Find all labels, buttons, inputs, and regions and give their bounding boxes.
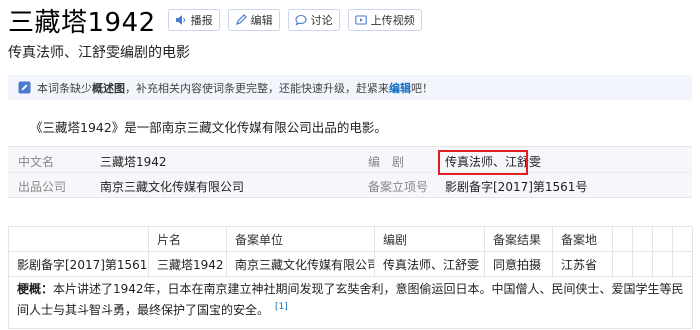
- empty-header-cell: [632, 226, 653, 252]
- header-cell: [8, 226, 149, 252]
- plot-cell: 梗概：本片讲述了1942年，日本在南京建立神社期间发现了玄奘舍利，意图偷运回日本…: [8, 276, 693, 329]
- record-table: 片名 备案单位 编剧 备案结果 备案地 影剧备字[2017]第1561号 三藏塔…: [8, 226, 693, 329]
- upload-video-label: 上传视频: [370, 14, 415, 27]
- notice-bar: 本词条缺少 概述图 ，补充相关内容使词条更完整，还能快速升级，赶紧来 编辑 吧！: [8, 75, 692, 100]
- header-cell: 备案结果: [484, 226, 553, 252]
- reference-link[interactable]: [1]: [275, 302, 288, 312]
- empty-cell: [652, 251, 673, 277]
- info-divider: [8, 172, 692, 173]
- empty-cell: [632, 251, 653, 277]
- notice-prefix: 本词条缺少: [37, 81, 92, 95]
- record-number-value: 影剧备字[2017]第1561号: [445, 180, 588, 194]
- speaker-icon: [175, 14, 187, 26]
- header-cell: 片名: [148, 226, 227, 252]
- action-bar: 播报 编辑 讨论 上传视频: [167, 9, 422, 31]
- table-cell: 影剧备字[2017]第1561号: [8, 251, 149, 277]
- plot-text: 本片讲述了1942年，日本在南京建立神社期间发现了玄奘舍利，意图偷运回日本。中国…: [17, 282, 684, 317]
- upload-video-button[interactable]: 上传视频: [347, 9, 422, 31]
- edit-icon: [235, 14, 247, 26]
- plot-row: 梗概：本片讲述了1942年，日本在南京建立神社期间发现了玄奘舍利，意图偷运回日本…: [8, 276, 693, 329]
- producer-value: 南京三藏文化传媒有限公司: [100, 180, 245, 194]
- table-row: 影剧备字[2017]第1561号 三藏塔1942 南京三藏文化传媒有限公司 传真…: [8, 251, 693, 277]
- summary-text: 《三藏塔1942》是一部南京三藏文化传媒有限公司出品的电影。: [30, 120, 387, 135]
- empty-cell: [672, 251, 693, 277]
- table-cell: 南京三藏文化传媒有限公司: [226, 251, 375, 277]
- record-table-wrap: 片名 备案单位 编剧 备案结果 备案地 影剧备字[2017]第1561号 三藏塔…: [8, 226, 693, 329]
- table-header-row: 片名 备案单位 编剧 备案结果 备案地: [8, 226, 693, 252]
- broadcast-label: 播报: [190, 14, 213, 27]
- discuss-label: 讨论: [310, 14, 333, 27]
- empty-header-cell: [612, 226, 633, 252]
- discuss-button[interactable]: 讨论: [287, 9, 340, 31]
- notice-suffix: 吧！: [411, 81, 433, 95]
- notice-bold: 概述图: [92, 81, 125, 95]
- edit-label: 编辑: [250, 14, 273, 27]
- empty-cell: [612, 251, 633, 277]
- header-cell: 备案单位: [226, 226, 375, 252]
- video-icon: [354, 14, 367, 26]
- broadcast-button[interactable]: 播报: [167, 9, 220, 31]
- screenwriter-label: 编 剧: [368, 155, 405, 169]
- subtitle: 传真法师、江舒雯编剧的电影: [8, 45, 190, 61]
- table-cell: 三藏塔1942: [148, 251, 227, 277]
- empty-header-cell: [652, 226, 673, 252]
- chat-icon: [295, 14, 307, 26]
- highlight-box: [438, 150, 528, 175]
- notice-middle: ，补充相关内容使词条更完整，还能快速升级，赶紧来: [125, 81, 389, 95]
- title-row: 三藏塔1942 播报 编辑 讨论 上传视频: [8, 4, 422, 38]
- header-cell: 编剧: [374, 226, 485, 252]
- record-number-label: 备案立项号: [368, 180, 429, 194]
- notice-edit-link[interactable]: 编辑: [389, 80, 411, 96]
- table-cell: 传真法师、江舒雯: [374, 251, 485, 277]
- chinese-name-value: 三藏塔1942: [100, 155, 167, 169]
- edit-note-icon: [18, 81, 31, 94]
- edit-button[interactable]: 编辑: [227, 9, 280, 31]
- empty-header-cell: [672, 226, 693, 252]
- producer-label: 出品公司: [18, 180, 67, 194]
- plot-label: 梗概：: [17, 282, 54, 296]
- table-cell: 同意拍摄: [484, 251, 553, 277]
- basic-info-box: 中文名 三藏塔1942 编 剧 传真法师、江舒雯 出品公司 南京三藏文化传媒有限…: [8, 146, 692, 198]
- table-cell: 江苏省: [552, 251, 613, 277]
- chinese-name-label: 中文名: [18, 155, 55, 169]
- header-cell: 备案地: [552, 226, 613, 252]
- page-title: 三藏塔1942: [8, 7, 156, 38]
